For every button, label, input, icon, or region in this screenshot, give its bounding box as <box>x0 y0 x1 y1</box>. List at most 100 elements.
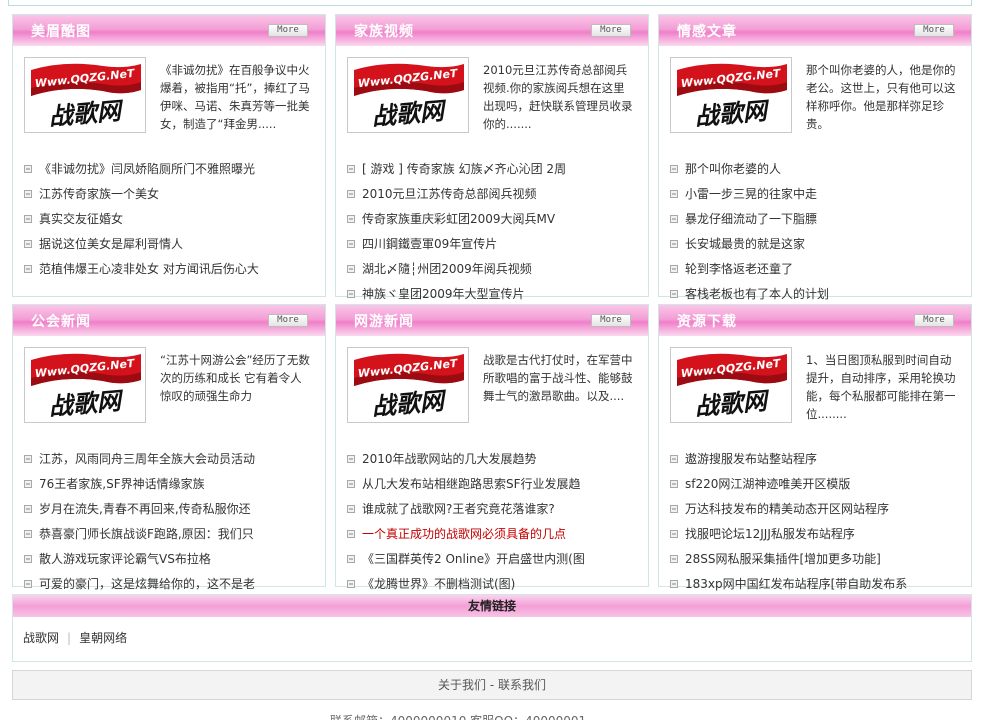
thumbnail-image[interactable]: Www.QQZG.NeT 战歌网 <box>24 347 146 423</box>
feature-summary[interactable]: 战歌是古代打仗时，在军营中所歌唱的富于战斗性、能够鼓舞士气的激昂歌曲。以及...… <box>483 351 633 405</box>
bullet-icon <box>24 529 32 538</box>
panel-title: 情感文章 <box>677 24 737 40</box>
panel-header: 家族视频 More <box>336 15 648 46</box>
bullet-icon <box>670 214 678 223</box>
panel-game-news: 网游新闻 More Www.QQZG.NeT 战歌网 战歌是古代打仗时，在军营中所… <box>335 304 649 591</box>
list-item[interactable]: 一个真正成功的战歌网必须具备的几点 <box>347 522 643 547</box>
feature-block: Www.QQZG.NeT 战歌网 2010元旦江苏传奇总部阅兵视频.你的家族阅兵想… <box>347 57 637 143</box>
list-item[interactable]: 谁成就了战歌网?王者究竟花落谁家? <box>347 497 643 522</box>
list-item[interactable]: 《非诚勿扰》闫凤娇陷厕所门不雅照曝光 <box>24 157 320 182</box>
list-item[interactable]: 据说这位美女是犀利哥情人 <box>24 232 320 257</box>
article-list: [ 游戏 ] 传奇家族 幻族〆齐心沁团 2周 2010元旦江苏传奇总部阅兵视频 … <box>347 157 643 307</box>
friend-links-section: 友情链接 战歌网 | 皇朝网络 <box>12 594 972 662</box>
panel-header: 网游新闻 More <box>336 305 648 336</box>
friend-link[interactable]: 战歌网 <box>23 631 59 645</box>
list-item[interactable]: 万达科技发布的精美动态开区网站程序 <box>670 497 966 522</box>
list-item[interactable]: 真实交友征婚女 <box>24 207 320 232</box>
contact-us-link[interactable]: 联系我们 <box>498 678 546 692</box>
list-item[interactable]: 暴龙仔细流动了一下脂膘 <box>670 207 966 232</box>
footer-nav: 关于我们 - 联系我们 <box>12 670 972 700</box>
bullet-icon <box>670 189 678 198</box>
list-item[interactable]: 那个叫你老婆的人 <box>670 157 966 182</box>
bullet-icon <box>670 239 678 248</box>
list-item[interactable]: 湖北〆隨┆州团2009年阅兵视频 <box>347 257 643 282</box>
bullet-icon <box>347 189 355 198</box>
feature-summary[interactable]: 那个叫你老婆的人，他是你的老公。这世上，只有他可以这样称呼你。他是那样弥足珍贵。 <box>806 61 956 133</box>
list-item[interactable]: 岁月在流失,青春不再回来,传奇私服你还 <box>24 497 320 522</box>
more-button[interactable]: More <box>268 24 308 37</box>
article-list: 江苏，风雨同舟三周年全族大会动员活动 76王者家族,SF界神话情缘家族 岁月在流… <box>24 447 320 597</box>
list-item[interactable]: 恭喜豪门师长旗战谈F跑路,原因：我们只 <box>24 522 320 547</box>
panel-header: 资源下载 More <box>659 305 971 336</box>
friend-links-title: 友情链接 <box>13 595 971 617</box>
more-button[interactable]: More <box>914 314 954 327</box>
bullet-icon <box>24 554 32 563</box>
article-list: 遨游搜服发布站整站程序 sf220网江湖神迹唯美开区模版 万达科技发布的精美动态… <box>670 447 966 597</box>
list-item[interactable]: 长安城最贵的就是这家 <box>670 232 966 257</box>
bullet-icon <box>24 239 32 248</box>
feature-summary[interactable]: “江苏十网游公会”经历了无数次的历练和成长 它有着令人惊叹的顽强生命力 <box>160 351 310 405</box>
list-item[interactable]: sf220网江湖神迹唯美开区模版 <box>670 472 966 497</box>
list-item[interactable]: 2010年战歌网站的几大发展趋势 <box>347 447 643 472</box>
bullet-icon <box>347 554 355 563</box>
bullet-icon <box>347 264 355 273</box>
list-item[interactable]: 遨游搜服发布站整站程序 <box>670 447 966 472</box>
bullet-icon <box>347 529 355 538</box>
list-item[interactable]: 轮到李恪返老还童了 <box>670 257 966 282</box>
list-item[interactable]: 江苏传奇家族一个美女 <box>24 182 320 207</box>
site-logo-graphic: Www.QQZG.NeT战歌网 <box>671 348 791 422</box>
list-item[interactable]: 范植伟爆王心凌非处女 对方闻讯后伤心大 <box>24 257 320 282</box>
article-list: 2010年战歌网站的几大发展趋势 从几大发布站相继跑路思索SF行业发展趋 谁成就… <box>347 447 643 597</box>
bullet-icon <box>670 164 678 173</box>
top-frame-line <box>8 0 972 6</box>
feature-block: Www.QQZG.NeT 战歌网 1、当日图顶私服到时间自动提升，自动排序，采用轮… <box>670 347 960 433</box>
site-logo-graphic: Www.QQZG.NeT战歌网 <box>25 58 145 132</box>
panel-title: 家族视频 <box>354 24 414 40</box>
more-button[interactable]: More <box>268 314 308 327</box>
list-item[interactable]: 从几大发布站相继跑路思索SF行业发展趋 <box>347 472 643 497</box>
bullet-icon <box>347 164 355 173</box>
list-item[interactable]: 76王者家族,SF界神话情缘家族 <box>24 472 320 497</box>
bullet-icon <box>24 479 32 488</box>
thumbnail-image[interactable]: Www.QQZG.NeT 战歌网 <box>24 57 146 133</box>
panel-header: 情感文章 More <box>659 15 971 46</box>
list-item[interactable]: 2010元旦江苏传奇总部阅兵视频 <box>347 182 643 207</box>
panel-header: 公会新闻 More <box>13 305 325 336</box>
list-item[interactable]: 28SS网私服采集插件[增加更多功能] <box>670 547 966 572</box>
panel-title: 网游新闻 <box>354 314 414 330</box>
article-list: 《非诚勿扰》闫凤娇陷厕所门不雅照曝光 江苏传奇家族一个美女 真实交友征婚女 据说… <box>24 157 320 282</box>
list-item[interactable]: 《三国群英传2 Online》开启盛世内测(图 <box>347 547 643 572</box>
bullet-icon <box>670 554 678 563</box>
bullet-icon <box>347 454 355 463</box>
list-item[interactable]: 传奇家族重庆彩虹团2009大阅兵MV <box>347 207 643 232</box>
list-item[interactable]: [ 游戏 ] 传奇家族 幻族〆齐心沁团 2周 <box>347 157 643 182</box>
thumbnail-image[interactable]: Www.QQZG.NeT 战歌网 <box>347 57 469 133</box>
bullet-icon <box>24 504 32 513</box>
panel-guild-news: 公会新闻 More Www.QQZG.NeT 战歌网 “江苏十网游公会”经历了无数… <box>12 304 326 591</box>
panel-header: 美眉酷图 More <box>13 15 325 46</box>
bullet-icon <box>670 264 678 273</box>
list-item[interactable]: 四川鋼鐵壹軍09年宣传片 <box>347 232 643 257</box>
more-button[interactable]: More <box>914 24 954 37</box>
bullet-icon <box>670 289 678 298</box>
thumbnail-image[interactable]: Www.QQZG.NeT 战歌网 <box>670 347 792 423</box>
more-button[interactable]: More <box>591 24 631 37</box>
thumbnail-image[interactable]: Www.QQZG.NeT 战歌网 <box>347 347 469 423</box>
panel-title: 公会新闻 <box>31 314 91 330</box>
friend-link[interactable]: 皇朝网络 <box>79 631 127 645</box>
bullet-icon <box>347 504 355 513</box>
feature-summary[interactable]: 《非诚勿扰》在百般争议中火爆着，被指用“托”，捧红了马伊咪、马诺、朱真芳等一批美… <box>160 61 310 133</box>
bullet-icon <box>24 214 32 223</box>
list-item[interactable]: 江苏，风雨同舟三周年全族大会动员活动 <box>24 447 320 472</box>
feature-block: Www.QQZG.NeT 战歌网 “江苏十网游公会”经历了无数次的历练和成长 它有… <box>24 347 314 433</box>
feature-summary[interactable]: 1、当日图顶私服到时间自动提升，自动排序，采用轮换功能，每个私服都可能排在第一位… <box>806 351 956 423</box>
list-item[interactable]: 找服吧论坛12JJJ私服发布站程序 <box>670 522 966 547</box>
site-logo-graphic: Www.QQZG.NeT战歌网 <box>348 348 468 422</box>
feature-summary[interactable]: 2010元旦江苏传奇总部阅兵视频.你的家族阅兵想在这里出现吗，赶快联系管理员收录… <box>483 61 633 133</box>
about-us-link[interactable]: 关于我们 <box>438 678 486 692</box>
list-item[interactable]: 散人游戏玩家评论霸气VS布拉格 <box>24 547 320 572</box>
thumbnail-image[interactable]: Www.QQZG.NeT 战歌网 <box>670 57 792 133</box>
list-item[interactable]: 小雷一步三晃的往家中走 <box>670 182 966 207</box>
bullet-icon <box>24 264 32 273</box>
more-button[interactable]: More <box>591 314 631 327</box>
